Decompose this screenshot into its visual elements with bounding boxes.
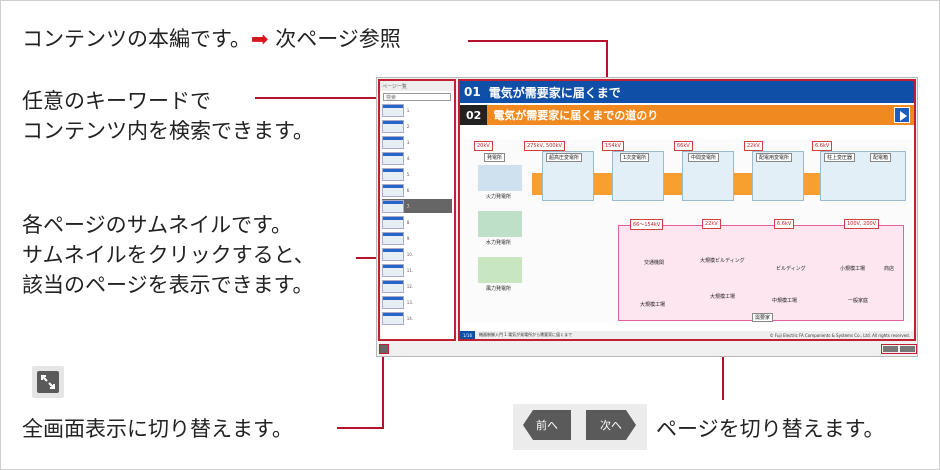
prev-button[interactable]: 前へ	[523, 410, 571, 440]
voltage-label: 66kV	[674, 141, 693, 151]
voltage-label: 100V, 200V	[844, 219, 880, 229]
content-footer: 1/16 機器制御入門 1 電気が発電所から需要家に届くまで © Fuji El…	[460, 331, 914, 339]
copyright: © Fuji Electric FA Components & Systems …	[769, 332, 910, 338]
node-label: 柱上変圧器	[824, 153, 856, 162]
fullscreen-button[interactable]	[32, 366, 64, 398]
arrow-right-icon: ➡	[250, 27, 269, 51]
page-thumbnail[interactable]: 11.	[382, 263, 452, 277]
voltage-label: 275kV, 500kV	[524, 141, 565, 151]
leader-content-v	[606, 40, 608, 78]
footer-text: 機器制御入門 1 電気が発電所から需要家に届くまで	[478, 332, 573, 337]
content-annotation: コンテンツの本編です。➡ 次ページ参照	[22, 27, 401, 51]
plant-image	[478, 165, 522, 191]
content-title: 01 電気が需要家に届くまで	[460, 81, 914, 103]
voltage-label: 6.6kV	[812, 141, 833, 151]
page-thumbnail[interactable]: 12.	[382, 279, 452, 293]
plant-label: 火力発電所	[486, 194, 512, 200]
next-button-small[interactable]	[900, 346, 915, 352]
node-label: 配電箱	[870, 153, 892, 162]
voltage-label: 66〜154kV	[630, 219, 664, 230]
page-thumbnail[interactable]: 4.	[382, 151, 452, 165]
sidebar-search-input[interactable]: 検索	[383, 93, 451, 101]
page-number: 1/16	[460, 331, 475, 339]
leader-fullscreen-h	[337, 427, 384, 429]
page-thumbnail[interactable]: 1.	[382, 103, 452, 117]
leader-thumbs	[356, 257, 378, 259]
voltage-label: 22kV	[702, 219, 721, 229]
fullscreen-button-small[interactable]	[379, 344, 389, 354]
consumer-label: 大規模ビルディング	[700, 258, 745, 264]
sidebar-header: ページ一覧	[380, 81, 454, 91]
page-thumbnail[interactable]: 9.	[382, 231, 452, 245]
consumer-label: 需要家	[752, 313, 774, 322]
leader-content-h	[468, 40, 608, 42]
content-main: 01 電気が需要家に届くまで 02 電気が需要家に届くまでの道のり 20kV 275…	[458, 79, 916, 341]
consumer-label: 大規模工場	[710, 294, 736, 300]
play-icon[interactable]	[894, 107, 910, 123]
pager-annotation: ページを切り替えます。	[656, 417, 885, 441]
pager-buttons-small[interactable]	[881, 344, 917, 354]
thumb-annotation-line1: 各ページのサムネイルです。	[22, 213, 293, 237]
fullscreen-annotation: 全画面表示に切り替えます。	[22, 417, 293, 441]
search-annotation-line1: 任意のキーワードで	[22, 89, 211, 113]
page-thumbnail[interactable]: 2.	[382, 119, 452, 133]
plant-image	[478, 257, 522, 283]
plant-image	[478, 211, 522, 237]
node-label: 配電用変電所	[756, 153, 793, 162]
voltage-label: 6.6kV	[774, 219, 795, 229]
leader-search	[255, 97, 378, 99]
page-thumbnail[interactable]: 5.	[382, 167, 452, 181]
plant-label: 風力発電所	[486, 286, 512, 292]
voltage-label: 20kV	[474, 141, 493, 151]
consumer-label: 商店	[884, 266, 895, 272]
consumer-label: 小規模工場	[840, 266, 866, 272]
page-sidebar: ページ一覧 検索 1. 2. 3. 4. 5. 6. 7. 8. 9. 10. …	[378, 79, 456, 341]
thumb-annotation-line3: 該当のページを表示できます。	[22, 273, 314, 297]
power-diagram: 20kV 275kV, 500kV 154kV 66kV 22kV 6.6kV …	[464, 139, 912, 323]
content-subtitle: 02 電気が需要家に届くまでの道のり	[460, 105, 914, 125]
expand-icon	[37, 371, 59, 393]
consumer-label: 一般家庭	[848, 298, 869, 304]
page-thumbnail[interactable]: 3.	[382, 135, 452, 149]
node-label: 中間変電所	[688, 153, 720, 162]
page-thumbnail[interactable]: 10.	[382, 247, 452, 261]
thumb-annotation-line2: サムネイルをクリックすると、	[22, 243, 315, 267]
node-label: 発電所	[484, 153, 506, 162]
consumer-label: 交通機関	[644, 260, 665, 266]
consumer-label: ビルディング	[776, 266, 806, 272]
plant-label: 水力発電所	[486, 240, 512, 246]
node-label: 超高圧変電所	[546, 153, 583, 162]
page-thumbnail[interactable]: 6.	[382, 183, 452, 197]
prev-button-small[interactable]	[883, 346, 898, 352]
search-annotation-line2: コンテンツ内を検索できます。	[22, 119, 314, 143]
node-label: 1次変電所	[620, 153, 650, 162]
leader-pager	[722, 354, 724, 400]
page-thumbnail[interactable]: 13.	[382, 295, 452, 309]
voltage-label: 154kV	[602, 141, 624, 151]
page-thumbnail[interactable]: 14.	[382, 311, 452, 325]
consumer-label: 中規模工場	[772, 298, 798, 304]
next-button[interactable]: 次へ	[586, 410, 636, 440]
consumer-label: 大規模工場	[640, 302, 666, 308]
leader-fullscreen-v	[382, 354, 384, 429]
page-thumbnail-selected[interactable]: 7.	[382, 199, 452, 213]
voltage-label: 22kV	[744, 141, 763, 151]
page-thumbnail[interactable]: 8.	[382, 215, 452, 229]
